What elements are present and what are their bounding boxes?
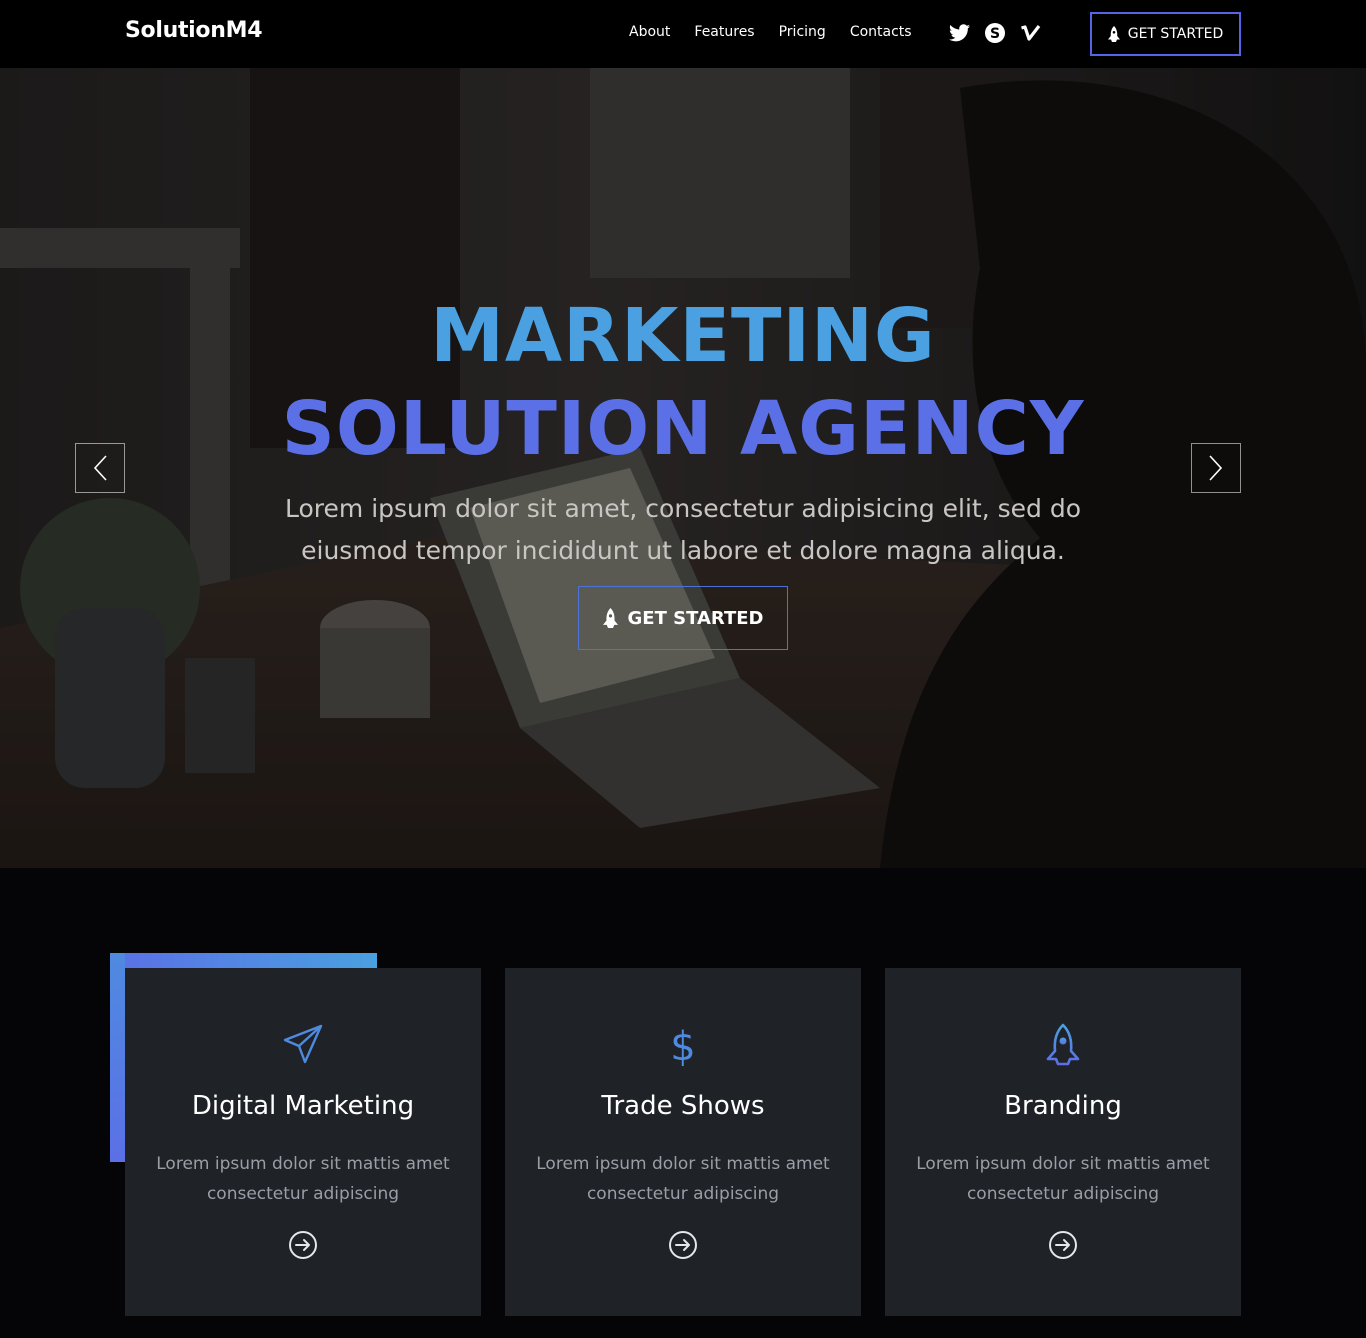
rocket-icon	[1046, 1023, 1080, 1066]
slider-prev-button[interactable]	[75, 443, 125, 493]
rocket-icon	[1107, 26, 1120, 42]
nav-features-link[interactable]: Features	[694, 24, 754, 40]
main-nav: About Features Pricing Contacts	[629, 24, 912, 40]
vimeo-icon[interactable]	[1020, 22, 1042, 44]
hero-title-line2: SOLUTION AGENCY	[281, 386, 1085, 472]
hero-get-started-button[interactable]: GET STARTED	[578, 586, 788, 650]
feature-text: Lorem ipsum dolor sit mattis amet consec…	[916, 1154, 1210, 1204]
slider-next-button[interactable]	[1191, 443, 1241, 493]
nav-contacts-link[interactable]: Contacts	[850, 24, 912, 40]
feature-card-branding: Branding Lorem ipsum dolor sit mattis am…	[885, 968, 1241, 1316]
dollar-icon: $	[670, 1024, 695, 1067]
social-links: S	[948, 22, 1042, 44]
chevron-right-icon	[1209, 455, 1223, 481]
arrow-right-circle-icon[interactable]	[668, 1230, 698, 1260]
card-accent-bar	[110, 953, 377, 968]
twitter-icon[interactable]	[948, 22, 970, 44]
hero-title-line1: MARKETING	[430, 293, 936, 379]
feature-card-digital-marketing: Digital Marketing Lorem ipsum dolor sit …	[125, 968, 481, 1316]
card-accent-bar-side	[110, 953, 125, 1162]
svg-text:S: S	[990, 26, 1000, 42]
feature-card-trade-shows: $ Trade Shows Lorem ipsum dolor sit matt…	[505, 968, 861, 1316]
paper-plane-icon	[283, 1024, 323, 1064]
nav-pricing-link[interactable]: Pricing	[779, 24, 826, 40]
header-cta-label: GET STARTED	[1127, 26, 1224, 42]
arrow-right-circle-icon[interactable]	[1048, 1230, 1078, 1260]
hero-slider: MARKETING SOLUTION AGENCY Lorem ipsum do…	[0, 68, 1366, 868]
header-get-started-button[interactable]: GET STARTED	[1090, 12, 1241, 56]
feature-title: Branding	[1004, 1091, 1122, 1121]
feature-text: Lorem ipsum dolor sit mattis amet consec…	[156, 1154, 450, 1204]
rocket-icon	[602, 608, 618, 628]
svg-text:$: $	[670, 1024, 695, 1067]
feature-title: Digital Marketing	[191, 1091, 415, 1121]
hero-cta-label: GET STARTED	[627, 607, 764, 629]
arrow-right-circle-icon[interactable]	[288, 1230, 318, 1260]
skype-icon[interactable]: S	[984, 22, 1006, 44]
nav-about-link[interactable]: About	[629, 24, 670, 40]
top-navbar: SolutionM4 About Features Pricing Contac…	[0, 0, 1366, 68]
chevron-left-icon	[93, 455, 107, 481]
feature-text: Lorem ipsum dolor sit mattis amet consec…	[536, 1154, 830, 1204]
feature-title: Trade Shows	[601, 1091, 765, 1121]
brand-logo[interactable]: SolutionM4	[125, 18, 263, 43]
hero-subtitle: Lorem ipsum dolor sit amet, consectetur …	[285, 494, 1081, 565]
